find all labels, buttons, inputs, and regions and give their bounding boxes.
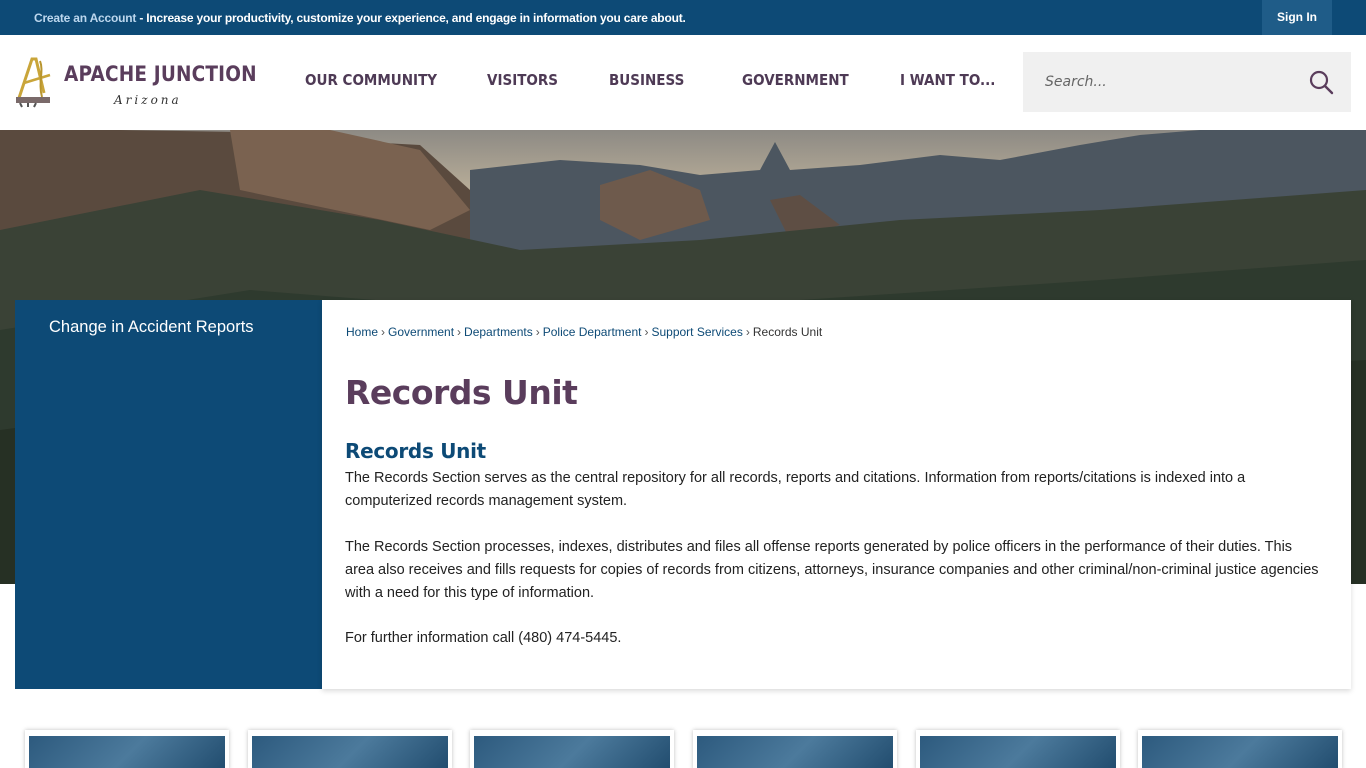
promo-tile-image xyxy=(252,736,448,768)
promo-tile[interactable] xyxy=(470,730,674,768)
nav-visitors[interactable]: VISITORS xyxy=(487,71,558,89)
breadcrumb-departments[interactable]: Departments xyxy=(464,325,533,339)
breadcrumb-separator: › xyxy=(381,325,386,339)
site-logo[interactable]: APACHE JUNCTION Arizona xyxy=(14,53,257,115)
page-title: Records Unit xyxy=(345,373,578,412)
breadcrumb-police-department[interactable]: Police Department xyxy=(543,325,642,339)
logo-subtitle: Arizona xyxy=(114,93,182,107)
breadcrumb-support-services[interactable]: Support Services xyxy=(651,325,742,339)
search-input[interactable] xyxy=(1023,52,1303,112)
body-paragraph: The Records Section processes, indexes, … xyxy=(345,539,1319,601)
promo-tile-image xyxy=(1142,736,1338,768)
breadcrumb-home[interactable]: Home xyxy=(346,325,378,339)
logo-emblem-icon xyxy=(16,57,51,108)
promo-tile-image xyxy=(474,736,670,768)
breadcrumb-separator: › xyxy=(644,325,649,339)
promo-tile-image xyxy=(29,736,225,768)
promo-tiles xyxy=(0,730,1366,768)
account-promo: Create an Account - Increase your produc… xyxy=(34,11,686,25)
nav-business[interactable]: BUSINESS xyxy=(609,71,684,89)
search-box xyxy=(1023,52,1351,112)
breadcrumb-government[interactable]: Government xyxy=(388,325,454,339)
promo-tile[interactable] xyxy=(248,730,452,768)
breadcrumb-separator: › xyxy=(535,325,540,339)
nav-i-want-to[interactable]: I WANT TO... xyxy=(900,71,995,89)
body-paragraph: The Records Section serves as the centra… xyxy=(345,470,1246,509)
top-utility-bar: Create an Account - Increase your produc… xyxy=(0,0,1366,35)
promo-tile-image xyxy=(920,736,1116,768)
nav-government[interactable]: GOVERNMENT xyxy=(742,71,849,89)
promo-tile-image xyxy=(697,736,893,768)
main-content: Home › Government › Departments › Police Depar… xyxy=(322,300,1351,689)
promo-tile[interactable] xyxy=(1138,730,1342,768)
promo-tile[interactable] xyxy=(25,730,229,768)
breadcrumb-separator: › xyxy=(745,325,750,339)
section-title: Records Unit xyxy=(345,439,486,463)
promo-tile[interactable] xyxy=(916,730,1120,768)
search-button[interactable] xyxy=(1307,68,1335,96)
sidebar-item-change-in-accident-reports[interactable]: Change in Accident Reports xyxy=(49,318,254,337)
create-account-link[interactable]: Create an Account xyxy=(34,11,136,25)
site-header: APACHE JUNCTION Arizona OUR COMMUNITY VI… xyxy=(0,35,1366,130)
breadcrumb: Home › Government › Departments › Police Depar… xyxy=(346,325,822,339)
account-promo-text: - Increase your productivity, customize … xyxy=(136,11,686,25)
sign-in-button[interactable]: Sign In xyxy=(1262,0,1332,35)
sidebar: Change in Accident Reports xyxy=(15,300,322,689)
logo-title: APACHE JUNCTION xyxy=(64,62,257,86)
search-icon xyxy=(1309,70,1334,95)
breadcrumb-current: Records Unit xyxy=(752,325,823,339)
promo-tile[interactable] xyxy=(693,730,897,768)
nav-our-community[interactable]: OUR COMMUNITY xyxy=(305,71,437,89)
body-paragraph: For further information call (480) 474-5… xyxy=(345,630,622,646)
breadcrumb-separator: › xyxy=(457,325,462,339)
